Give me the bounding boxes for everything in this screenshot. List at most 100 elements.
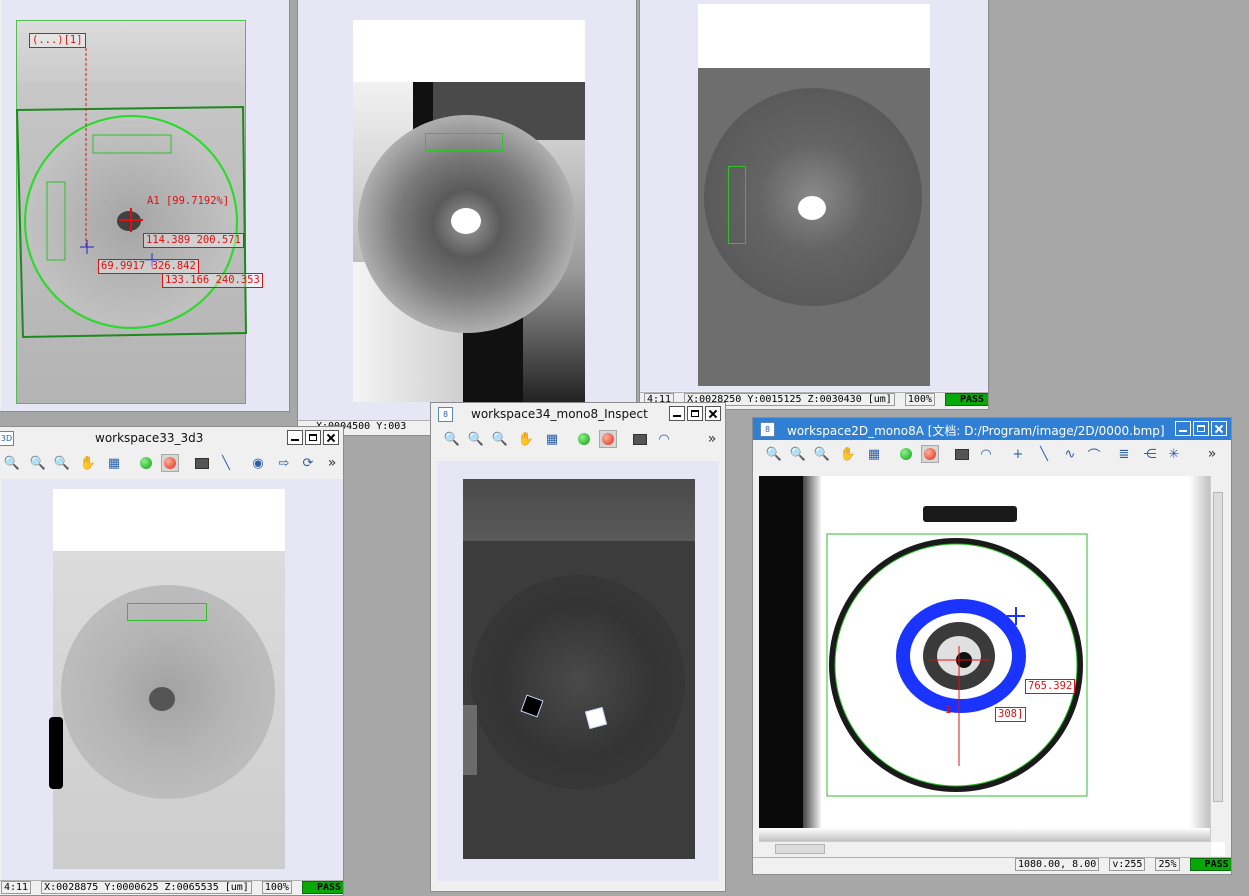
window-app-icon: 8 [438, 407, 453, 422]
depth-image-33 [53, 489, 285, 869]
coord-label-1: 114.389 200.571 [143, 233, 244, 248]
more-icon[interactable]: » [323, 454, 341, 472]
zoom-level: 25% [1155, 858, 1180, 871]
result-pass-badge: PASS [1189, 858, 1231, 871]
zoom-fit-icon[interactable]: 🔍 [53, 454, 71, 472]
title-bar[interactable]: 8 workspace2D_mono8A [文档: D:/Program/ima… [753, 418, 1231, 441]
title-bar[interactable]: 3D workspace33_3d3 [0, 427, 343, 450]
pan-hand-icon[interactable]: ✋ [839, 445, 857, 463]
status-pos: 4:11 [1, 881, 32, 894]
arc-tool-icon[interactable]: ◠ [655, 430, 673, 448]
fit-window-icon[interactable]: ▦ [543, 430, 561, 448]
scroll-thumb[interactable] [1213, 492, 1223, 802]
rect-tool-icon[interactable] [953, 445, 971, 463]
workspace34-window: 8 workspace34_mono8_Inspect 🔍 🔍 🔍 ✋ ▦ ◠ … [430, 402, 726, 892]
window-app-icon: 8 [760, 422, 775, 437]
status-bar-33: 4:11 X:0028875 Y:0000625 Z:0065535 [um] … [0, 880, 343, 895]
fit-window-icon[interactable]: ▦ [865, 445, 883, 463]
zoom-out-icon[interactable]: 🔍 [3, 454, 21, 472]
measure-label-1: 765.392 [1025, 679, 1076, 694]
depth-image-c [698, 4, 930, 386]
vertical-scrollbar[interactable] [1210, 476, 1225, 842]
close-button[interactable] [1211, 421, 1227, 436]
maximize-button[interactable] [687, 406, 703, 421]
maximize-button[interactable] [1193, 421, 1209, 436]
pan-hand-icon[interactable]: ✋ [79, 454, 97, 472]
zoom-level: 100% [904, 393, 935, 406]
object-name-label: (...)[1] [29, 33, 86, 48]
match-score-label: A1 [99.7192%] [147, 195, 230, 207]
image-canvas-2d[interactable]: 765.392 308] 1 [759, 476, 1225, 856]
zoom-fit-icon[interactable]: 🔍 [491, 430, 509, 448]
window-title: workspace34_mono8_Inspect [471, 407, 648, 421]
stop-red-icon[interactable] [599, 430, 617, 448]
minimize-button[interactable] [287, 430, 303, 445]
image-window-b: X:0004500 Y:003 [297, 0, 637, 436]
fit-window-icon[interactable]: ▦ [105, 454, 123, 472]
overlay-2d [826, 533, 1088, 797]
run-green-icon[interactable] [137, 454, 155, 472]
workspace33-window: 3D workspace33_3d3 🔍 🔍 🔍 ✋ ▦ ╲ ◉ ⇨ ⟳ » 4… [0, 426, 344, 896]
result-pass-badge: PASS [944, 393, 988, 406]
image-window-c: 4:11 X:0028250 Y:0015125 Z:0030430 [um] … [639, 0, 989, 410]
toolbar: 🔍 🔍 🔍 ✋ ▦ ◠ + ╲ ∿ ⌒ ≣ ⋲ ✳ » [753, 440, 1231, 470]
more-icon[interactable]: » [703, 430, 721, 448]
list-icon[interactable]: ≣ [1115, 445, 1133, 463]
dark-edge-artifact [49, 717, 63, 789]
zoom-in-icon[interactable]: 🔍 [789, 445, 807, 463]
mono-image-2d: 765.392 308] 1 [759, 476, 1211, 842]
point-tool-icon[interactable]: + [1009, 445, 1027, 463]
rect-tool-icon[interactable] [631, 430, 649, 448]
line-tool-icon[interactable]: ╲ [217, 454, 235, 472]
more-icon[interactable]: » [1203, 445, 1221, 463]
minimize-button[interactable] [1175, 421, 1191, 436]
image-canvas-b[interactable] [298, 0, 636, 421]
workspace2d-window: 8 workspace2D_mono8A [文档: D:/Program/ima… [752, 417, 1232, 875]
edge-tool-icon[interactable]: ⋲ [1141, 445, 1159, 463]
horizontal-scrollbar[interactable] [759, 841, 1211, 856]
polyline-tool-icon[interactable]: ∿ [1061, 445, 1079, 463]
title-bar[interactable]: 8 workspace34_mono8_Inspect [431, 403, 725, 426]
coord-label-2: 69.9917 326.842 [98, 259, 199, 274]
toolbar: 🔍 🔍 🔍 ✋ ▦ ╲ ◉ ⇨ ⟳ » [0, 449, 343, 479]
image-window-a: (...)[1] A1 [99.7192%] 114.389 200.571 6… [0, 0, 290, 412]
zoom-out-icon[interactable]: 🔍 [443, 430, 461, 448]
measure-label-2: 308] [995, 707, 1027, 722]
burst-tool-icon[interactable]: ✳ [1165, 445, 1183, 463]
zoom-in-icon[interactable]: 🔍 [467, 430, 485, 448]
status-bar-2d: 1080.00, 8.00 v:255 25% PASS [753, 857, 1231, 874]
minimize-button[interactable] [669, 406, 685, 421]
line-tool-icon[interactable]: ╲ [1035, 445, 1053, 463]
window-title: workspace2D_mono8A [文档: D:/Program/image… [787, 424, 1165, 438]
close-button[interactable] [323, 430, 339, 445]
measure-label-3: 1 [945, 704, 952, 716]
refresh-icon[interactable]: ⟳ [299, 454, 317, 472]
depth-image-b [353, 20, 585, 402]
coord-label-3: 133.166 240.353 [162, 273, 263, 288]
rect-tool-icon[interactable] [193, 454, 211, 472]
status-value: v:255 [1109, 858, 1146, 871]
image-canvas-33[interactable] [1, 479, 343, 881]
zoom-in-icon[interactable]: 🔍 [29, 454, 47, 472]
run-green-icon[interactable] [575, 430, 593, 448]
image-canvas-c[interactable] [640, 0, 988, 391]
image-canvas-34[interactable] [437, 461, 719, 881]
zoom-out-icon[interactable]: 🔍 [765, 445, 783, 463]
zoom-fit-icon[interactable]: 🔍 [813, 445, 831, 463]
run-green-icon[interactable] [897, 445, 915, 463]
scroll-thumb[interactable] [775, 844, 825, 854]
export-icon[interactable]: ⇨ [275, 454, 293, 472]
pan-hand-icon[interactable]: ✋ [517, 430, 535, 448]
window-title: workspace33_3d3 [95, 431, 204, 445]
close-button[interactable] [705, 406, 721, 421]
status-coords: 1080.00, 8.00 [1015, 858, 1100, 871]
curve-tool-icon[interactable]: ⌒ [1085, 445, 1103, 464]
maximize-button[interactable] [305, 430, 321, 445]
stop-red-icon[interactable] [161, 454, 179, 472]
zoom-level: 100% [261, 881, 292, 894]
stop-red-icon[interactable] [921, 445, 939, 463]
window-app-icon: 3D [0, 431, 14, 446]
probe-icon[interactable]: ◉ [249, 454, 267, 472]
arc-tool-icon[interactable]: ◠ [977, 445, 995, 463]
image-canvas-a[interactable]: (...)[1] A1 [99.7192%] 114.389 200.571 6… [1, 0, 289, 411]
